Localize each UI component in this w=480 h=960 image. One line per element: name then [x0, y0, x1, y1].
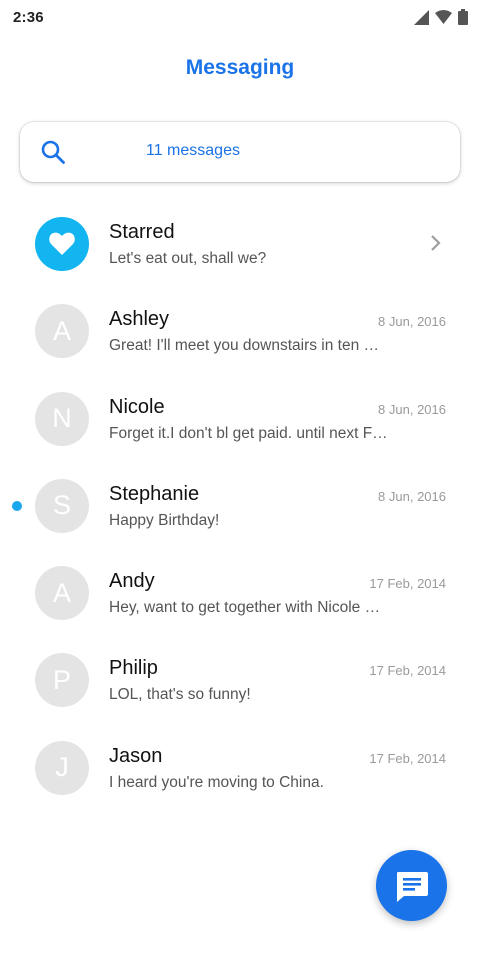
avatar: P — [35, 653, 89, 708]
avatar: A — [35, 566, 89, 621]
avatar: J — [35, 740, 89, 795]
status-bar: 2:36 — [0, 0, 480, 34]
conversation-list: Starred Let's eat out, shall we? A Ashle… — [0, 200, 480, 811]
search-icon[interactable] — [40, 139, 66, 165]
conversation-item-jason[interactable]: J Jason I heard you're moving to China. … — [0, 724, 480, 811]
chevron-right-icon[interactable] — [430, 234, 442, 252]
conversation-date: 8 Jun, 2016 — [378, 401, 446, 417]
compose-message-icon — [396, 871, 428, 902]
conversation-snippet: Forget it.I don't bl get paid. until nex… — [109, 424, 388, 442]
conversation-snippet: Great! I'll meet you downstairs in ten … — [109, 337, 380, 355]
conversation-name: Stephanie — [109, 482, 200, 505]
conversation-item-nicole[interactable]: N Nicole Forget it.I don't bl get paid. … — [0, 375, 480, 462]
wifi-icon — [435, 10, 452, 24]
avatar: S — [35, 478, 89, 533]
conversation-snippet: Let's eat out, shall we? — [109, 250, 267, 267]
conversation-date: 17 Feb, 2014 — [369, 663, 446, 679]
conversation-item-starred[interactable]: Starred Let's eat out, shall we? — [0, 200, 480, 287]
conversation-snippet: I heard you're moving to China. — [109, 773, 324, 791]
conversation-name: Jason — [109, 744, 163, 767]
conversation-snippet: Hey, want to get together with Nicole … — [109, 599, 381, 617]
status-time: 2:36 — [13, 8, 44, 26]
conversation-name: Nicole — [109, 395, 165, 418]
search-bar[interactable]: 11 messages — [20, 122, 460, 182]
messaging-screen: 2:36 Messaging 11 messages Starred Let's… — [0, 0, 480, 960]
conversation-snippet: Happy Birthday! — [109, 511, 220, 529]
conversation-date: 17 Feb, 2014 — [369, 576, 446, 592]
conversation-date: 8 Jun, 2016 — [378, 314, 446, 330]
unread-indicator — [12, 500, 22, 511]
conversation-name: Andy — [109, 570, 155, 593]
conversation-item-andy[interactable]: A Andy Hey, want to get together with Ni… — [0, 549, 480, 636]
avatar: N — [35, 391, 89, 446]
conversation-item-ashley[interactable]: A Ashley Great! I'll meet you downstairs… — [0, 287, 480, 374]
status-icons — [414, 9, 468, 25]
avatar — [35, 217, 89, 271]
avatar: A — [35, 304, 89, 359]
conversation-name: Ashley — [109, 308, 170, 331]
signal-icon — [414, 9, 429, 25]
message-count: 11 messages — [146, 142, 240, 159]
conversation-snippet: LOL, that's so funny! — [109, 686, 251, 704]
conversation-name: Philip — [109, 657, 158, 680]
conversation-item-stephanie[interactable]: S Stephanie Happy Birthday! 8 Jun, 2016 — [0, 462, 480, 549]
conversation-date: 17 Feb, 2014 — [369, 750, 446, 766]
page-title: Messaging — [185, 56, 295, 79]
heart-icon — [49, 232, 75, 255]
conversation-name: Starred — [109, 221, 175, 243]
conversation-item-philip[interactable]: P Philip LOL, that's so funny! 17 Feb, 2… — [0, 636, 480, 723]
conversation-date: 8 Jun, 2016 — [378, 488, 446, 504]
compose-button[interactable] — [376, 850, 447, 921]
battery-icon — [458, 9, 468, 25]
